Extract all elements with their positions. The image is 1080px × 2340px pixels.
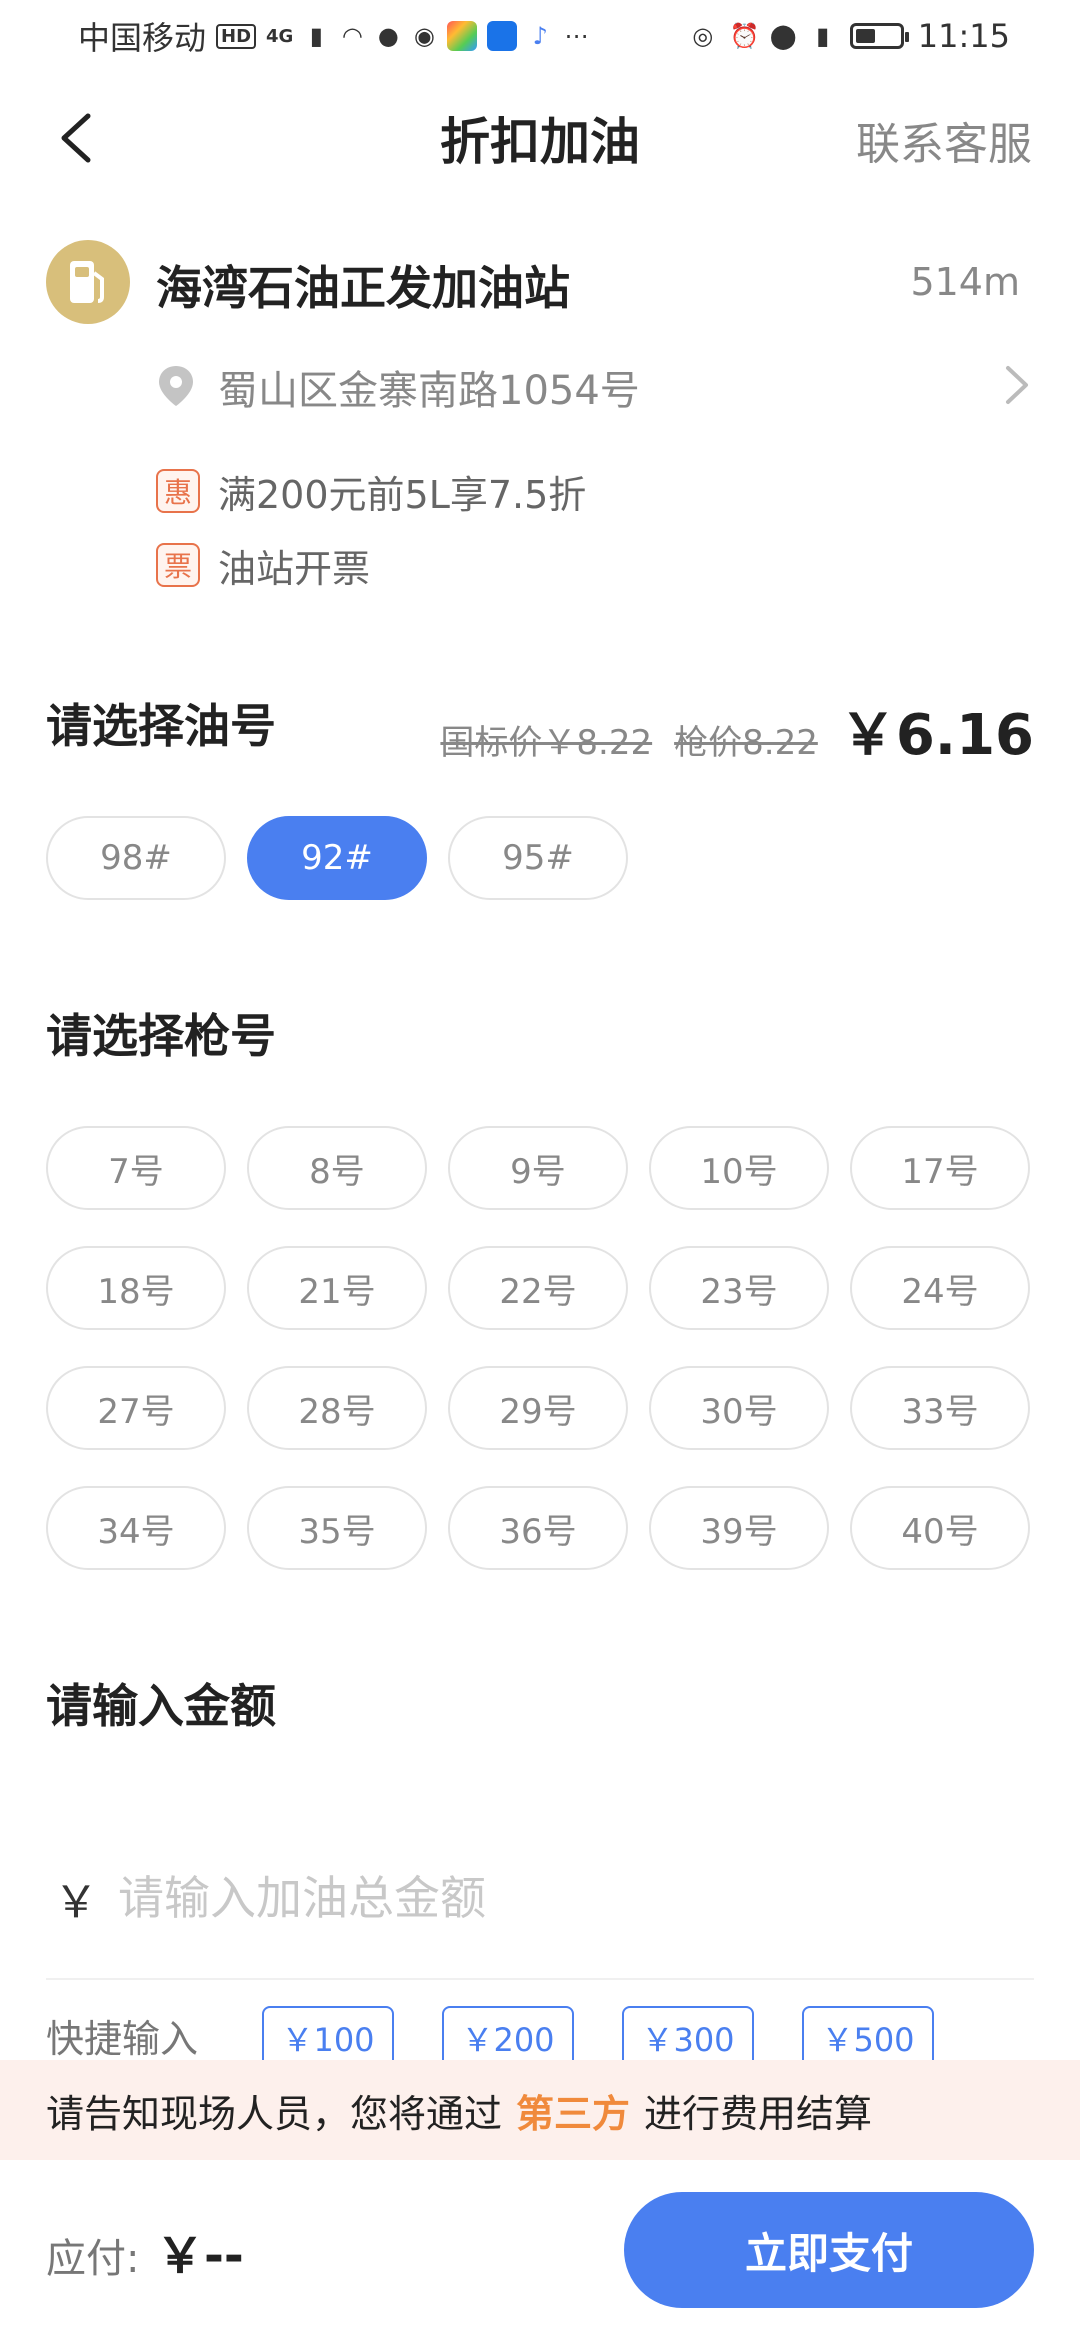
gun-option[interactable]: 27号 (46, 1366, 226, 1450)
fuel-option-98[interactable]: 98# (46, 816, 226, 900)
national-price: 国标价￥8.22 (440, 723, 653, 763)
gun-option[interactable]: 17号 (850, 1126, 1030, 1210)
invoice-text: 油站开票 (218, 546, 371, 591)
promo-tag: 惠 满200元前5L享7.5折 (156, 466, 587, 517)
discount-text: 满200元前5L享7.5折 (218, 472, 587, 517)
battery-level (855, 29, 875, 43)
settlement-notice: 请告知现场人员，您将通过 第三方 进行费用结算 (0, 2060, 1080, 2160)
alarm-icon: ⏰ (729, 22, 760, 50)
gun-option[interactable]: 9号 (448, 1126, 628, 1210)
station-distance: 514m (910, 260, 1020, 304)
currency-symbol: ￥ (54, 1877, 98, 1928)
notice-text-end: 进行费用结算 (644, 2091, 873, 2136)
hd-icon: HD (216, 23, 257, 49)
discount-badge: 惠 (156, 469, 200, 513)
music-icon: ♪ (532, 22, 548, 50)
app-icon (487, 21, 518, 51)
app-icon (447, 21, 478, 51)
notice-text: 请告知现场人员，您将通过 (46, 2091, 503, 2136)
gun-option[interactable]: 33号 (850, 1366, 1030, 1450)
quick-input-label: 快捷输入 (46, 2017, 199, 2061)
amount-input[interactable] (118, 1848, 1018, 1948)
fuel-option-92[interactable]: 92# (247, 816, 427, 900)
map-pin-icon (159, 366, 193, 406)
amount-section-title: 请输入金额 (46, 1679, 276, 1733)
carrier-label: 中国移动 (78, 19, 207, 57)
amount-field-row: ￥ (46, 1830, 1034, 1980)
gun-section-title: 请选择枪号 (46, 1009, 276, 1063)
app-notification-icon: ● (377, 22, 399, 50)
battery-icon (849, 23, 909, 49)
pay-now-button[interactable]: 立即支付 (624, 2192, 1034, 2308)
gun-option[interactable]: 34号 (46, 1486, 226, 1570)
checkout-bar: 应付: ￥-- 立即支付 (0, 2160, 1080, 2340)
eye-icon: ◎ (692, 22, 714, 50)
gun-option[interactable]: 24号 (850, 1246, 1030, 1330)
status-bar: 中国移动 HD 4G ▮ ◠ ● ◉ ♪ ⋯ ◎ ⏰ ⬤ ▮ 11:15 (0, 0, 1080, 72)
gun-option[interactable]: 35号 (247, 1486, 427, 1570)
discount-price: ￥6.16 (839, 703, 1034, 768)
price-row: 国标价￥8.22 枪价8.22 ￥6.16 (440, 690, 1034, 771)
gun-option[interactable]: 36号 (448, 1486, 628, 1570)
more-icon: ⋯ (564, 22, 589, 50)
gun-option[interactable]: 18号 (46, 1246, 226, 1330)
invoice-tag: 票 油站开票 (156, 540, 371, 591)
gun-option[interactable]: 8号 (247, 1126, 427, 1210)
pump-price: 枪价8.22 (674, 723, 818, 763)
mic-icon: ▮ (816, 22, 830, 50)
wechat-icon: ◉ (413, 22, 435, 50)
gun-option[interactable]: 29号 (448, 1366, 628, 1450)
gun-option[interactable]: 7号 (46, 1126, 226, 1210)
fuel-option-95[interactable]: 95# (448, 816, 628, 900)
station-name: 海湾石油正发加油站 (156, 261, 570, 315)
gas-station-icon (46, 240, 130, 324)
clock: 11:15 (917, 17, 1010, 55)
contact-service-link[interactable]: 联系客服 (856, 108, 1032, 172)
invoice-badge: 票 (156, 543, 200, 587)
gun-option[interactable]: 10号 (649, 1126, 829, 1210)
wifi-icon: ◠ (341, 22, 363, 50)
chevron-right-icon (1006, 366, 1028, 404)
amount-due-label: 应付: (46, 2236, 140, 2282)
gun-option[interactable]: 30号 (649, 1366, 829, 1450)
station-address-row[interactable]: 蜀山区金寨南路1054号 (156, 356, 1036, 414)
nav-bar: 折扣加油 联系客服 (0, 72, 1080, 202)
gun-option[interactable]: 21号 (247, 1246, 427, 1330)
notice-highlight: 第三方 (516, 2091, 631, 2136)
fuel-section-title: 请选择油号 (46, 699, 276, 753)
signal-icon: ▮ (309, 22, 323, 50)
amount-due-value: ￥-- (156, 2228, 244, 2284)
location-icon: ⬤ (769, 22, 797, 50)
gun-option[interactable]: 22号 (448, 1246, 628, 1330)
station-address: 蜀山区金寨南路1054号 (218, 368, 640, 414)
gun-option[interactable]: 39号 (649, 1486, 829, 1570)
gun-option[interactable]: 23号 (649, 1246, 829, 1330)
gun-option[interactable]: 40号 (850, 1486, 1030, 1570)
network-icon: 4G (266, 25, 294, 47)
gun-option[interactable]: 28号 (247, 1366, 427, 1450)
